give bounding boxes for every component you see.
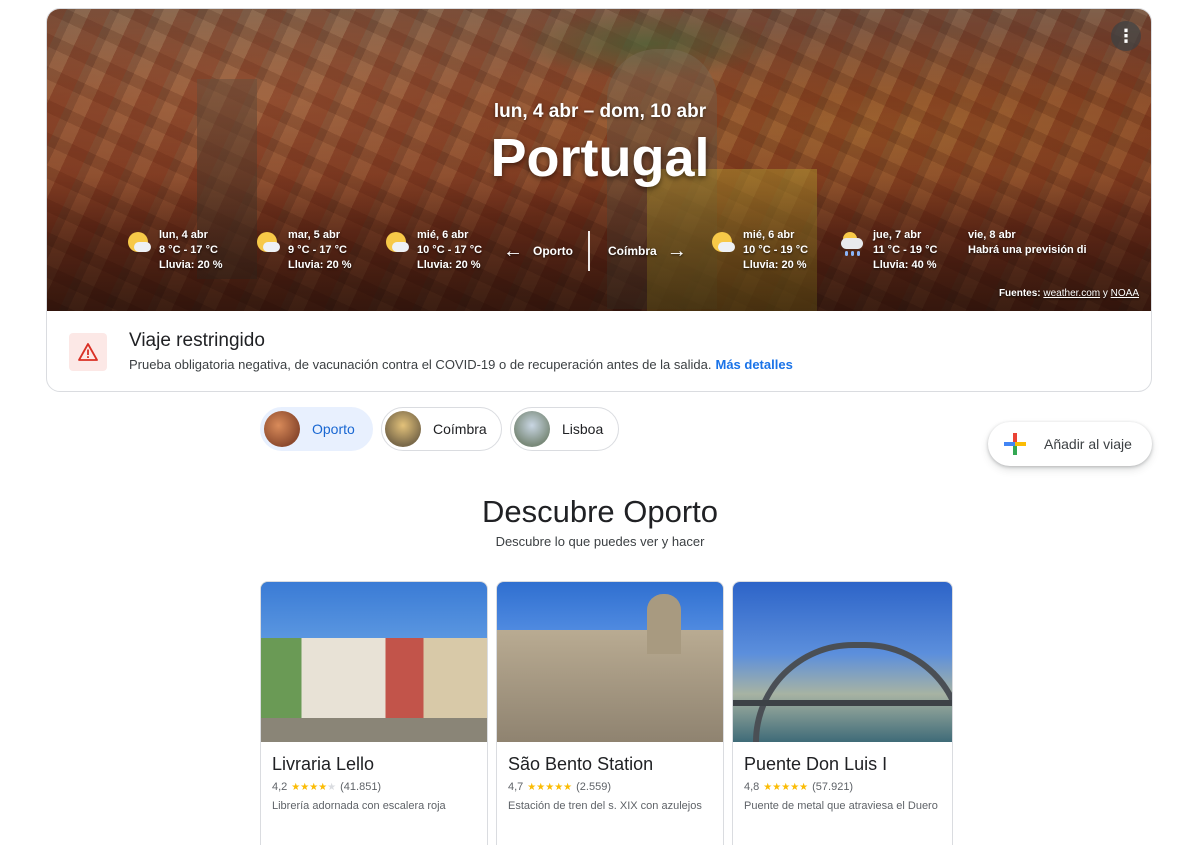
place-description: Puente de metal que atraviesa el Duero [744, 800, 938, 812]
travel-restriction-banner: Viaje restringido Prueba obligatoria neg… [47, 311, 1151, 391]
divider [588, 231, 590, 271]
partly-sunny-icon [254, 230, 280, 256]
destination-title: Portugal [490, 128, 710, 188]
warning-icon [69, 333, 107, 371]
weather-day: mié, 6 abr 10 °C - 19 °C Lluvia: 20 % [712, 228, 808, 273]
next-city-button[interactable]: Coímbra → [608, 241, 687, 261]
hero-image: lun, 4 abr – dom, 10 abr Portugal ⋮ lun,… [47, 9, 1151, 311]
lisboa-thumbnail [514, 411, 550, 447]
star-rating-icon: ★★★★★ [763, 781, 809, 793]
place-photo [497, 582, 723, 742]
place-card-sao-bento[interactable]: São Bento Station 4,7 ★★★★★ (2.559) Esta… [496, 581, 724, 845]
prev-city-button[interactable]: ← Oporto [503, 241, 573, 261]
partly-sunny-icon [709, 230, 735, 256]
weather-day: lun, 4 abr 8 °C - 17 °C Lluvia: 20 % [128, 228, 223, 273]
weather-day: mié, 6 abr 10 °C - 17 °C Lluvia: 20 % [386, 228, 482, 273]
rain-cloud-icon [839, 230, 865, 256]
chip-lisboa[interactable]: Lisboa [510, 407, 619, 451]
star-rating-icon: ★★★★★ [291, 781, 337, 793]
oporto-thumbnail [264, 411, 300, 447]
restriction-text: Prueba obligatoria negativa, de vacunaci… [129, 357, 793, 372]
place-card-puente-don-luis[interactable]: Puente Don Luis I 4,8 ★★★★★ (57.921) Pue… [732, 581, 953, 845]
star-rating-icon: ★★★★★ [527, 781, 573, 793]
place-photo [733, 582, 952, 742]
partly-sunny-icon [383, 230, 409, 256]
source-link-noaa[interactable]: NOAA [1111, 288, 1139, 299]
chip-coimbra[interactable]: Coímbra [381, 407, 502, 451]
place-rating: 4,2 ★★★★★ (41.851) [272, 781, 382, 793]
arrow-back-icon: ← [503, 240, 523, 262]
destination-card: lun, 4 abr – dom, 10 abr Portugal ⋮ lun,… [46, 8, 1152, 392]
weather-day: jue, 7 abr 11 °C - 19 °C Lluvia: 40 % [841, 228, 937, 273]
source-link-weather[interactable]: weather.com [1043, 288, 1100, 299]
add-icon [1004, 433, 1026, 455]
place-description: Librería adornada con escalera roja [272, 800, 446, 812]
more-vert-icon[interactable]: ⋮ [1111, 21, 1141, 51]
place-name: Puente Don Luis I [744, 754, 888, 774]
partly-sunny-icon [125, 230, 151, 256]
coimbra-thumbnail [385, 411, 421, 447]
place-name: Livraria Lello [272, 754, 375, 774]
chip-oporto[interactable]: Oporto [260, 407, 373, 451]
place-card-livraria-lello[interactable]: Livraria Lello 4,2 ★★★★★ (41.851) Librer… [260, 581, 488, 845]
discover-title: Descubre Oporto [481, 494, 719, 529]
restriction-title: Viaje restringido [129, 330, 265, 351]
place-name: São Bento Station [508, 754, 654, 774]
weather-day: mar, 5 abr 9 °C - 17 °C Lluvia: 20 % [257, 228, 352, 273]
place-rating: 4,7 ★★★★★ (2.559) [508, 781, 611, 793]
weather-sources: Fuentes: weather.com y NOAA [998, 288, 1139, 299]
trip-dates: lun, 4 abr – dom, 10 abr [493, 101, 707, 122]
place-photo [261, 582, 487, 742]
discover-subtitle: Descubre lo que puedes ver y hacer [495, 534, 705, 549]
more-details-link[interactable]: Más detalles [715, 357, 792, 372]
place-rating: 4,8 ★★★★★ (57.921) [744, 781, 854, 793]
arrow-forward-icon: → [666, 240, 687, 262]
weather-day: vie, 8 abr Habrá una previsión di [968, 229, 1087, 256]
place-description: Estación de tren del s. XIX con azulejos [508, 800, 702, 812]
add-to-trip-button[interactable]: Añadir al viaje [988, 422, 1152, 466]
